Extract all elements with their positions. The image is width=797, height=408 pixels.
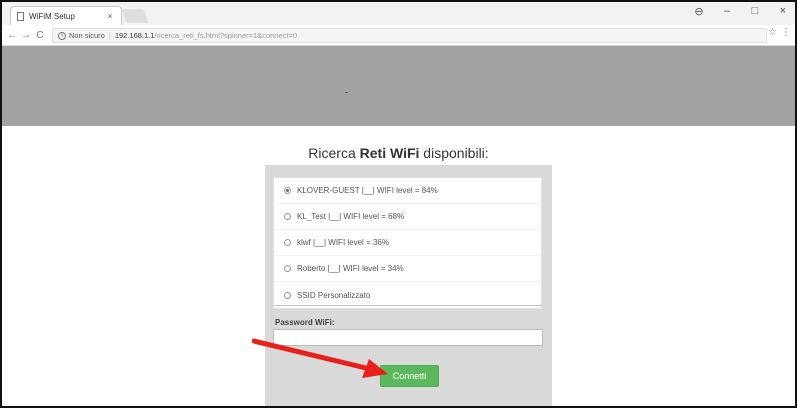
radio-icon[interactable] — [284, 213, 291, 220]
page-title: Ricerca Reti WiFi disponibili: — [2, 145, 795, 161]
url-host: 192.168.1.1 — [114, 31, 155, 40]
tab-wifi-setup[interactable]: WiFiM Setup × — [10, 6, 122, 25]
radio-selected-icon[interactable] — [284, 187, 291, 194]
reload-icon[interactable]: C — [34, 30, 46, 41]
page-header-band — [2, 46, 795, 126]
page-title-prefix: Ricerca — [308, 145, 360, 161]
network-label: KL_Test |__| WIFI level = 68% — [297, 212, 405, 221]
browser-toolbar: ← → C i Non sicuro | 192.168.1.1 /ricerc… — [2, 25, 795, 46]
radio-icon[interactable] — [284, 265, 291, 272]
url-path: /ricerca_reti_fs.html?spinner=1&connect=… — [154, 31, 298, 40]
forward-icon[interactable]: → — [20, 30, 32, 41]
menu-icon[interactable]: ⋮ — [781, 27, 791, 38]
browser-window: WiFiM Setup × ⊖ – □ × ← → C i Non sicuro… — [0, 0, 797, 408]
account-icon[interactable]: ⊖ — [693, 5, 705, 18]
annotation-arrow-icon — [252, 338, 388, 378]
radio-icon[interactable] — [284, 291, 291, 299]
address-bar[interactable]: i Non sicuro | 192.168.1.1 /ricerca_reti… — [52, 28, 767, 43]
password-label: Password WiFi: — [275, 318, 335, 327]
header-mark — [345, 92, 348, 93]
page-title-bold: Reti WiFi — [359, 145, 420, 161]
tab-strip: WiFiM Setup × ⊖ – □ × — [2, 2, 795, 25]
new-tab-button[interactable] — [121, 9, 149, 23]
window-controls: ⊖ – □ × — [693, 5, 789, 18]
document-icon — [17, 11, 24, 21]
tab-title: WiFiM Setup — [29, 11, 75, 21]
network-label: Roberto |__| WIFI level = 34% — [297, 264, 404, 273]
close-window-icon[interactable]: × — [777, 5, 789, 18]
security-label: Non sicuro — [69, 31, 105, 40]
network-option[interactable]: KL_Test |__| WIFI level = 68% — [274, 204, 541, 230]
tab-close-icon[interactable]: × — [105, 11, 115, 21]
radio-icon[interactable] — [284, 239, 291, 246]
minimize-icon[interactable]: – — [721, 5, 733, 18]
network-option[interactable]: Roberto |__| WIFI level = 34% — [274, 256, 541, 282]
network-option[interactable]: klwf |__| WIFI level = 36% — [274, 230, 541, 256]
network-label: SSID Personalizzato — [297, 290, 371, 300]
divider — [273, 305, 542, 306]
star-icon[interactable]: ☆ — [768, 27, 777, 38]
network-label: KLOVER-GUEST |__| WIFI level = 84% — [297, 186, 438, 195]
address-separator: | — [108, 31, 111, 40]
page-title-suffix: disponibili: — [419, 145, 489, 161]
network-option[interactable]: KLOVER-GUEST |__| WIFI level = 84% — [274, 178, 541, 204]
info-icon[interactable]: i — [58, 31, 66, 40]
back-icon[interactable]: ← — [6, 30, 18, 41]
maximize-icon[interactable]: □ — [749, 5, 761, 18]
network-list: KLOVER-GUEST |__| WIFI level = 84% KL_Te… — [273, 177, 542, 309]
network-label: klwf |__| WIFI level = 36% — [297, 238, 389, 247]
